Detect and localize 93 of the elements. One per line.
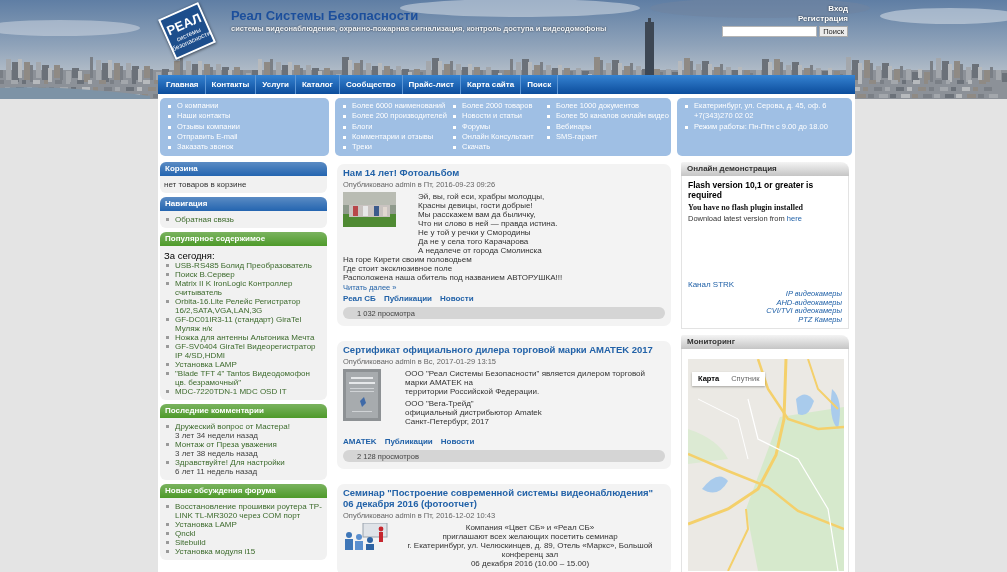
sidebar-link[interactable]: Установка LAMP bbox=[175, 520, 237, 529]
tag-link[interactable]: Новости bbox=[440, 437, 475, 447]
sidebar-link[interactable]: Монтаж от Преза уважения bbox=[175, 440, 277, 449]
tag-link[interactable]: Новости bbox=[440, 294, 474, 304]
bullet-icon bbox=[343, 146, 346, 150]
sidebar-link[interactable]: Установка модуля i15 bbox=[175, 547, 256, 556]
bullet-icon bbox=[166, 363, 169, 366]
bullet-icon bbox=[168, 146, 171, 150]
bullet-icon bbox=[166, 461, 169, 464]
bullet-icon bbox=[547, 135, 550, 139]
sidebar-link[interactable]: USB-RS485 Болид Преобразователь bbox=[175, 261, 312, 270]
bullet-icon bbox=[166, 425, 169, 428]
sidebar-link[interactable]: Orbita-16.Lite Релейс Регистратор 16/2,SATA,VGA,LAN,3G bbox=[175, 297, 323, 315]
bullet-icon bbox=[166, 443, 169, 446]
bullet-icon bbox=[166, 336, 169, 339]
flash-subheading: You have no flash plugin installed bbox=[688, 203, 804, 212]
bullet-icon bbox=[453, 135, 456, 139]
sidebar-link[interactable]: GF-DC01IR3-11 (стандарт) GiraTel Муляж н/к bbox=[175, 315, 323, 333]
bullet-icon bbox=[453, 146, 456, 150]
sidebar-link[interactable]: Sitebuild bbox=[175, 538, 206, 547]
time-ago-text: 3 лет 34 недели назад bbox=[175, 431, 259, 440]
sidebar-header: Новые обсуждения форума bbox=[160, 484, 327, 498]
sidebar-link[interactable]: Здравствуйте! Для настройки bbox=[175, 458, 285, 467]
sidebar-link[interactable]: Обратная связь bbox=[175, 215, 234, 224]
post-title[interactable]: Нам 14 лет! Фотоальбом bbox=[343, 167, 665, 178]
post-title[interactable]: Семинар "Построение современной системы видеонаблюдения" 06 декабря 2016 (фотоотчет) bbox=[343, 487, 665, 509]
bullet-icon bbox=[166, 282, 169, 285]
post-paragraph: Эй, вы, гой еси, храбры молодцы, Красны девицы, гости добрые! Мы расскажем вам да быличку, Что ни слово в ней — правда истина. Не у той у речки у Смородины Да не у села того Карачарова А недалече от города Смолинска bbox=[418, 192, 559, 255]
channel-link[interactable]: Канал STRK bbox=[688, 280, 842, 290]
sidebar-link[interactable]: Ножка для антенны Альтоника Мечта bbox=[175, 333, 315, 342]
bullet-icon bbox=[166, 264, 169, 267]
bullet-icon bbox=[547, 105, 550, 108]
sidebar-link[interactable]: Qnckl bbox=[175, 529, 196, 538]
sidebar-link[interactable]: MDC-7220TDN-1 MDC OSD IT bbox=[175, 387, 287, 396]
sidebar-link[interactable]: Установка LAMP bbox=[175, 360, 237, 369]
bullet-icon bbox=[453, 115, 456, 119]
bullet-icon bbox=[166, 523, 169, 526]
bullet-icon bbox=[343, 115, 346, 119]
bullet-icon bbox=[685, 105, 688, 108]
sidebar-link[interactable]: GF-SV0404 GiraTel Видеорегистратор IP 4/SD,HDMI bbox=[175, 342, 323, 360]
sidebar-subtitle: За сегодня: bbox=[164, 250, 216, 261]
bullet-icon bbox=[343, 105, 346, 108]
bullet-icon bbox=[166, 345, 169, 348]
sidebar-link[interactable]: Matrix II K IronLogic Контроллер считыватель bbox=[175, 279, 323, 297]
time-ago-text: 6 лет 11 недель назад bbox=[175, 467, 259, 476]
bullet-icon bbox=[166, 541, 169, 544]
photo-placeholder bbox=[343, 192, 396, 227]
sidebar-header: Последние комментарии bbox=[160, 404, 327, 418]
bullet-icon bbox=[168, 125, 171, 129]
time-ago-text: 3 лет 38 недель назад bbox=[175, 449, 258, 458]
sidebar-header: Онлайн демонстрация bbox=[681, 162, 849, 176]
sidebar-link[interactable]: Дружеский вопрос от Мастера! bbox=[175, 422, 290, 431]
bullet-icon bbox=[166, 218, 169, 221]
post-paragraph: ООО "Вега-Трейд" официальный дистрибьютор Amatek Санкт-Петербург, 2017 bbox=[405, 399, 543, 426]
sidebar-link[interactable]: Поиск В.Сервер bbox=[175, 270, 235, 279]
post-paragraph: Компания «Цвет СБ» и «Реал СБ» приглашают всех желающих посетить семинар г. Екатеринбург, ул. Челюскинцев, д. 89, Отель «Маркс», Большой конференц зал 06 декабря 2016 (10.00 – 15.00) bbox=[406, 523, 654, 568]
bullet-icon bbox=[166, 273, 169, 276]
bullet-icon bbox=[453, 125, 456, 129]
tag-link[interactable]: Публикации bbox=[383, 294, 433, 304]
tag-link[interactable]: AMATEK bbox=[343, 437, 377, 447]
bullet-icon bbox=[343, 125, 346, 129]
bullet-icon bbox=[168, 105, 171, 108]
bullet-icon bbox=[166, 390, 169, 393]
sidebar-link[interactable]: Восстановление прошивки роутера TP-LINK TL-MR3020 через COM порт bbox=[175, 502, 323, 520]
post-paragraph: На горе Кирети своим половодьем Где стоит эксклюзивное поле Расположена наша обитель под названием АВТОРУШКА!!! bbox=[343, 255, 564, 282]
bullet-icon bbox=[168, 135, 171, 139]
post-paragraph: ООО "Реал Системы Безопасности" является дилером торговой марки AMATEK на территории Российской Федерации. bbox=[405, 369, 646, 396]
sidebar-header: Мониторинг bbox=[681, 335, 849, 349]
bullet-icon bbox=[166, 372, 169, 375]
tag-link[interactable]: Публикации bbox=[384, 437, 433, 447]
bullet-icon bbox=[547, 125, 550, 129]
bullet-icon bbox=[453, 105, 456, 108]
bullet-icon bbox=[166, 505, 169, 508]
sidebar-text: нет товаров в корзине bbox=[164, 180, 248, 189]
post-title[interactable]: Сертификат официального дилера торговой марки AMATEK 2017 bbox=[343, 344, 665, 355]
search-field[interactable] bbox=[722, 26, 818, 37]
user-link[interactable]: Вход bbox=[828, 4, 848, 14]
sidebar-header: Навигация bbox=[160, 197, 327, 211]
sidebar-header: Популярное содержимое bbox=[160, 232, 327, 246]
bullet-icon bbox=[166, 300, 169, 303]
tag-link[interactable]: Реал СБ bbox=[343, 294, 376, 304]
flash-heading: Flash version 10,1 or greater is required bbox=[688, 180, 815, 200]
bullet-icon bbox=[547, 115, 550, 119]
sidebar-link[interactable]: "Blade TFT 4" Tantos Видеодомофон цв. безрамочный" bbox=[175, 369, 323, 387]
bullet-icon bbox=[168, 115, 171, 119]
bullet-icon bbox=[685, 125, 688, 129]
bullet-icon bbox=[343, 135, 346, 139]
certificate-drawing bbox=[343, 369, 381, 421]
user-link[interactable]: Регистрация bbox=[797, 13, 848, 23]
bullet-icon bbox=[166, 532, 169, 535]
bullet-icon bbox=[166, 550, 169, 553]
bullet-icon bbox=[166, 318, 169, 321]
sidebar-header: Корзина bbox=[160, 162, 327, 176]
